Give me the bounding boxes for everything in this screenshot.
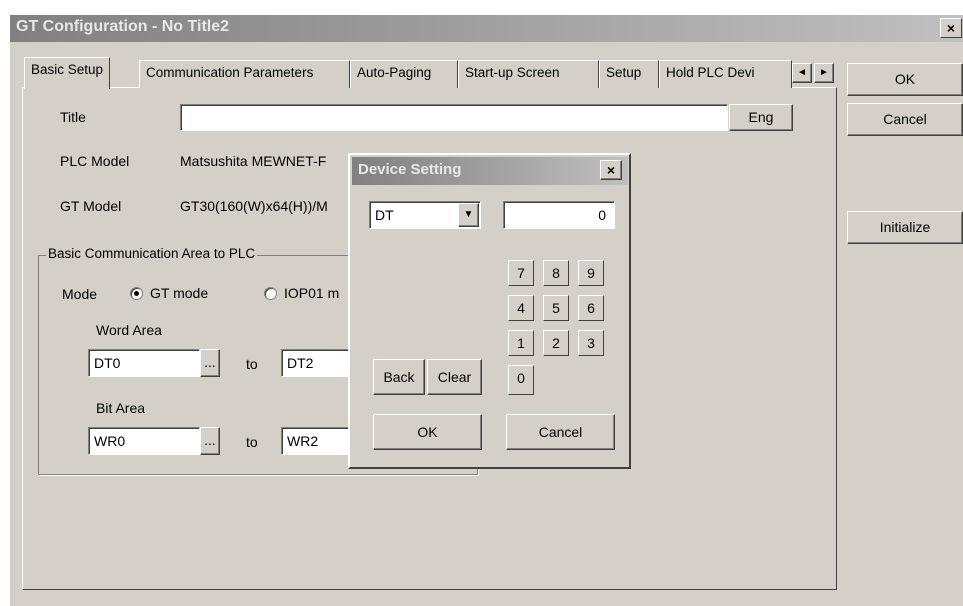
device-number-input[interactable]: 0: [503, 201, 615, 229]
key-6[interactable]: 6: [578, 295, 604, 321]
tab-setup[interactable]: Setup: [599, 60, 659, 88]
key-0[interactable]: 0: [508, 365, 534, 395]
device-setting-title: Device Setting: [358, 161, 462, 178]
gt-mode-label: GT mode: [150, 285, 209, 301]
bit-area-browse-button[interactable]: ...: [200, 427, 220, 455]
ok-button[interactable]: OK: [847, 63, 963, 96]
group-label: Basic Communication Area to PLC: [46, 246, 258, 261]
word-area-to-input[interactable]: DT2: [281, 349, 351, 377]
key-7[interactable]: 7: [508, 260, 534, 286]
initialize-button[interactable]: Initialize: [847, 211, 963, 244]
iop01-mode-radio[interactable]: [264, 287, 277, 300]
tab-start-up-screen[interactable]: Start-up Screen: [458, 60, 599, 88]
gt-model-value: GT30(160(W)x64(H))/M: [180, 198, 328, 214]
gt-mode-radio[interactable]: [130, 287, 143, 300]
iop01-mode-label: IOP01 m: [284, 285, 340, 301]
tab-scroll-right-icon[interactable]: ►: [814, 63, 834, 83]
tab-auto-paging[interactable]: Auto-Paging: [350, 60, 458, 88]
device-type-value: DT: [375, 207, 394, 223]
plc-model-value: Matsushita MEWNET-F: [180, 153, 327, 169]
key-1[interactable]: 1: [508, 330, 534, 356]
cancel-button[interactable]: Cancel: [847, 103, 963, 136]
tab-basic-setup[interactable]: Basic Setup: [24, 57, 111, 89]
tab-communication-parameters[interactable]: Communication Parameters: [139, 60, 350, 88]
bit-area-from-input[interactable]: WR0: [88, 427, 200, 455]
eng-button[interactable]: Eng: [729, 104, 793, 131]
word-area-label: Word Area: [96, 322, 162, 338]
key-3[interactable]: 3: [578, 330, 604, 356]
bit-area-to-label: to: [246, 434, 258, 450]
title-label: Title: [60, 109, 86, 125]
tab-hold-plc-device[interactable]: Hold PLC Devi: [659, 60, 792, 88]
tab-scroll-left-icon[interactable]: ◄: [792, 63, 812, 83]
clear-button[interactable]: Clear: [427, 359, 482, 395]
window-close-button[interactable]: ×: [940, 18, 962, 38]
chevron-down-icon[interactable]: ▼: [458, 203, 479, 227]
key-5[interactable]: 5: [543, 295, 569, 321]
word-area-to-label: to: [246, 356, 258, 372]
bit-area-to-input[interactable]: WR2: [281, 427, 351, 455]
word-area-from-input[interactable]: DT0: [88, 349, 200, 377]
device-cancel-button[interactable]: Cancel: [506, 414, 615, 450]
device-ok-button[interactable]: OK: [373, 414, 482, 450]
word-area-browse-button[interactable]: ...: [200, 349, 220, 377]
key-4[interactable]: 4: [508, 295, 534, 321]
window-title: GT Configuration - No Title2: [16, 18, 230, 35]
gt-model-label: GT Model: [60, 198, 122, 214]
key-9[interactable]: 9: [578, 260, 604, 286]
key-2[interactable]: 2: [543, 330, 569, 356]
device-setting-close-button[interactable]: ×: [600, 160, 622, 180]
key-8[interactable]: 8: [543, 260, 569, 286]
plc-model-label: PLC Model: [60, 153, 130, 169]
back-button[interactable]: Back: [373, 359, 425, 395]
mode-label: Mode: [62, 286, 98, 302]
bit-area-label: Bit Area: [96, 400, 146, 416]
title-input[interactable]: [180, 104, 728, 131]
